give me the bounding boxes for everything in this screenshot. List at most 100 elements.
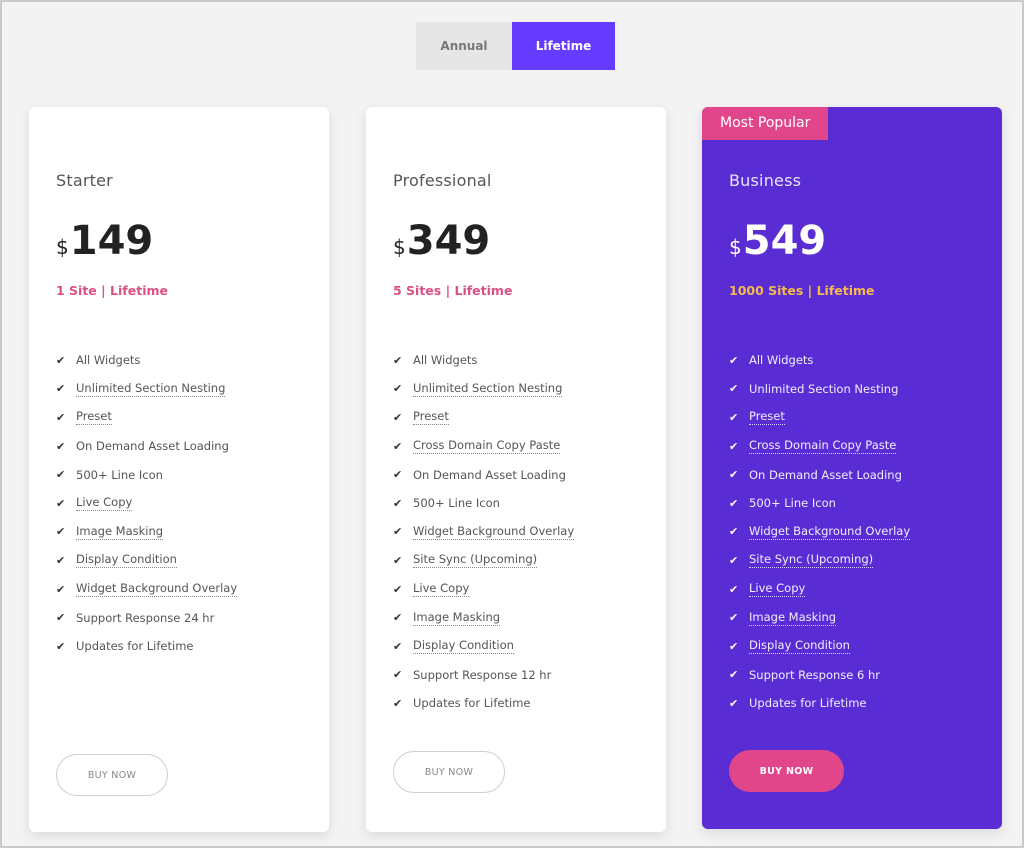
check-icon: ✔	[729, 468, 739, 482]
feature-text[interactable]: Cross Domain Copy Paste	[749, 438, 897, 455]
feature-text[interactable]: Live Copy	[76, 495, 133, 512]
feature-item: ✔ 500+ Line Icon	[393, 489, 574, 518]
feature-text: Support Response 24 hr	[76, 610, 215, 625]
feature-text[interactable]: Display Condition	[76, 552, 177, 569]
feature-list: ✔ All Widgets ✔ Unlimited Section Nesting ✔ P…	[56, 346, 238, 661]
feature-item: ✔ Support Response 6 hr	[729, 661, 910, 690]
feature-text: Updates for Lifetime	[413, 696, 531, 711]
check-icon: ✔	[729, 553, 739, 567]
price-amount: 549	[742, 218, 827, 264]
feature-text: 500+ Line Icon	[76, 467, 163, 482]
feature-text: 500+ Line Icon	[413, 496, 500, 511]
feature-text[interactable]: Unlimited Section Nesting	[76, 381, 226, 397]
check-icon: ✔	[393, 410, 403, 424]
feature-item: ✔ Site Sync (Upcoming)	[393, 546, 574, 575]
feature-text[interactable]: Unlimited Section Nesting	[413, 381, 563, 397]
feature-list: ✔ All Widgets ✔ Unlimited Section Nesting ✔ P…	[729, 346, 911, 718]
feature-item: ✔ Updates for Lifetime	[393, 689, 574, 718]
check-icon: ✔	[56, 525, 66, 539]
check-icon: ✔	[729, 611, 739, 625]
feature-item: ✔ Live Copy	[56, 489, 237, 518]
feature-item: ✔ Preset	[729, 403, 910, 432]
check-icon: ✔	[56, 382, 66, 396]
feature-text: On Demand Asset Loading	[76, 439, 229, 454]
feature-text[interactable]: Display Condition	[413, 638, 514, 655]
feature-text[interactable]: Live Copy	[413, 581, 470, 598]
pricing-card-starter: Starter $ 149 1 Site | Lifetime ✔ All Wid…	[29, 107, 329, 832]
currency-symbol: $	[56, 235, 69, 259]
most-popular-badge: Most Popular	[702, 107, 829, 140]
currency-symbol: $	[393, 235, 406, 259]
feature-text[interactable]: Site Sync (Upcoming)	[413, 552, 538, 569]
check-icon: ✔	[729, 353, 739, 367]
check-icon: ✔	[56, 353, 66, 367]
plan-price: $ 549	[729, 217, 826, 265]
currency-symbol: $	[729, 235, 742, 259]
feature-text: Unlimited Section Nesting	[749, 381, 899, 396]
buy-now-button[interactable]: BUY NOW	[56, 754, 168, 796]
feature-item: ✔ Unlimited Section Nesting	[393, 375, 574, 404]
check-icon: ✔	[393, 496, 403, 510]
buy-now-button[interactable]: BUY NOW	[393, 751, 505, 793]
check-icon: ✔	[56, 582, 66, 596]
check-icon: ✔	[393, 553, 403, 567]
feature-text[interactable]: Image Masking	[749, 610, 837, 626]
check-icon: ✔	[729, 382, 739, 396]
check-icon: ✔	[393, 696, 403, 710]
feature-item: ✔ On Demand Asset Loading	[56, 432, 237, 461]
pricing-card-professional: Professional $ 349 5 Sites | Lifetime ✔ A…	[366, 107, 666, 832]
feature-text[interactable]: Widget Background Overlay	[76, 581, 238, 598]
feature-item: ✔ Preset	[56, 403, 237, 432]
toggle-annual[interactable]: Annual	[416, 22, 512, 70]
feature-text[interactable]: Cross Domain Copy Paste	[413, 438, 561, 455]
check-icon: ✔	[729, 525, 739, 539]
buy-now-button[interactable]: BUY NOW	[729, 750, 844, 792]
check-icon: ✔	[393, 668, 403, 682]
check-icon: ✔	[393, 468, 403, 482]
feature-text[interactable]: Display Condition	[749, 638, 850, 655]
check-icon: ✔	[393, 353, 403, 367]
feature-item: ✔ Support Response 24 hr	[56, 603, 237, 632]
feature-item: ✔ 500+ Line Icon	[56, 460, 237, 489]
feature-item: ✔ All Widgets	[393, 346, 574, 375]
check-icon: ✔	[729, 639, 739, 653]
feature-text[interactable]: Preset	[413, 409, 449, 426]
feature-item: ✔ Widget Background Overlay	[56, 575, 238, 604]
plan-price: $ 349	[393, 217, 490, 265]
feature-item: ✔ On Demand Asset Loading	[393, 460, 574, 489]
check-icon: ✔	[729, 410, 739, 424]
check-icon: ✔	[56, 553, 66, 567]
check-icon: ✔	[729, 696, 739, 710]
feature-item: ✔ Support Response 12 hr	[393, 661, 574, 690]
feature-text[interactable]: Preset	[749, 409, 785, 426]
price-amount: 149	[69, 218, 154, 264]
plan-name: Starter	[56, 171, 113, 190]
feature-item: ✔ Live Copy	[729, 575, 910, 604]
feature-item: ✔ Image Masking	[56, 518, 237, 547]
feature-list: ✔ All Widgets ✔ Unlimited Section Nesting ✔ P…	[393, 346, 575, 718]
feature-text: All Widgets	[413, 353, 478, 368]
feature-item: ✔ Updates for Lifetime	[729, 689, 910, 718]
feature-item: ✔ Widget Background Overlay	[393, 518, 575, 547]
feature-item: ✔ Site Sync (Upcoming)	[729, 546, 910, 575]
feature-text[interactable]: Live Copy	[749, 581, 806, 598]
feature-item: ✔ 500+ Line Icon	[729, 489, 910, 518]
feature-text[interactable]: Site Sync (Upcoming)	[749, 552, 874, 569]
feature-item: ✔ Cross Domain Copy Paste	[393, 432, 574, 461]
feature-text[interactable]: Preset	[76, 409, 112, 426]
feature-text[interactable]: Image Masking	[413, 610, 501, 626]
feature-text[interactable]: Widget Background Overlay	[749, 524, 911, 540]
feature-item: ✔ Preset	[393, 403, 574, 432]
feature-text: Updates for Lifetime	[749, 696, 867, 711]
check-icon: ✔	[393, 611, 403, 625]
billing-toggle: Annual Lifetime	[416, 22, 615, 70]
feature-item: ✔ All Widgets	[56, 346, 237, 375]
check-icon: ✔	[729, 668, 739, 682]
feature-item: ✔ Display Condition	[393, 632, 574, 661]
feature-text: Support Response 12 hr	[413, 667, 552, 682]
feature-item: ✔ Unlimited Section Nesting	[729, 375, 910, 404]
toggle-lifetime[interactable]: Lifetime	[512, 22, 615, 70]
feature-text[interactable]: Image Masking	[76, 524, 164, 540]
feature-text[interactable]: Widget Background Overlay	[413, 524, 575, 540]
check-icon: ✔	[56, 410, 66, 424]
